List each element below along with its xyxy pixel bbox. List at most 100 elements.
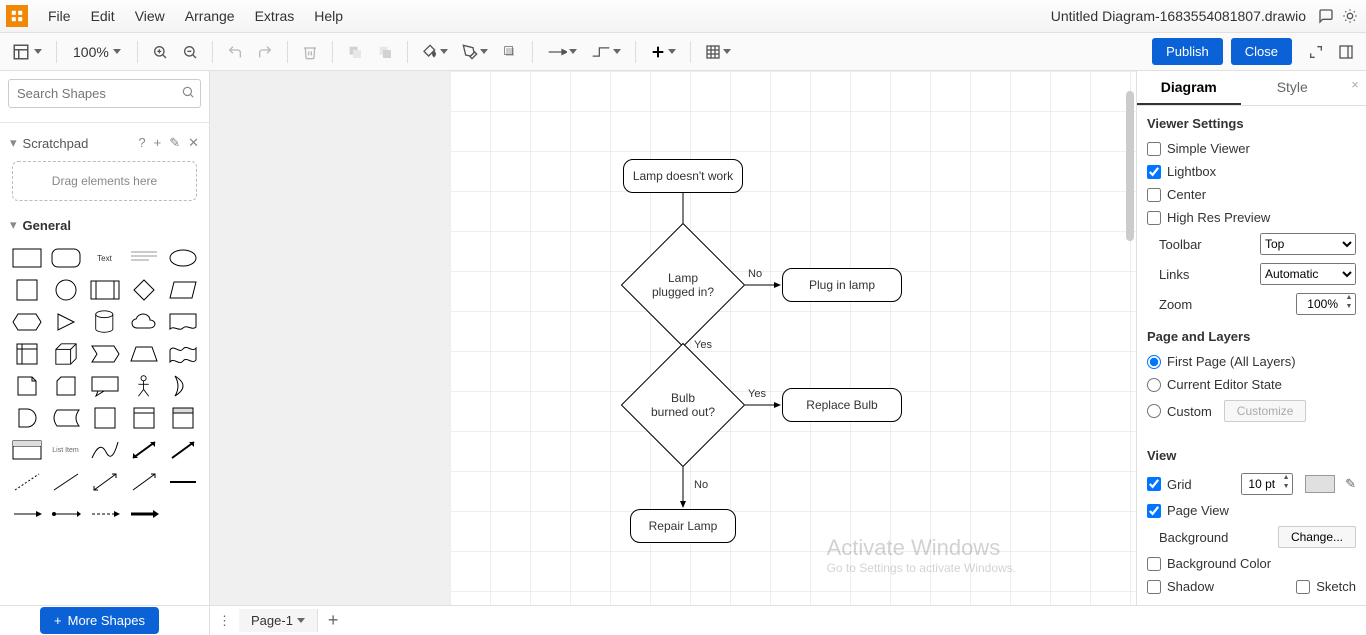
pages-menu-button[interactable]: ⋮ <box>210 609 239 633</box>
chk-simple-viewer[interactable] <box>1147 142 1161 156</box>
select-toolbar[interactable]: Top <box>1260 233 1356 255</box>
shape-circle[interactable] <box>49 277 82 303</box>
radio-first-page[interactable] <box>1147 355 1161 369</box>
chk-page-view[interactable] <box>1147 504 1161 518</box>
menu-file[interactable]: File <box>38 4 81 28</box>
shape-container-plain[interactable] <box>88 405 121 431</box>
grid-color-edit-icon[interactable]: ✎ <box>1345 476 1356 492</box>
node-decision-plugged[interactable]: Lamp plugged in? <box>639 241 727 329</box>
publish-button[interactable]: Publish <box>1152 38 1223 65</box>
shape-or[interactable] <box>166 373 199 399</box>
shape-text[interactable]: Text <box>88 245 121 271</box>
scratchpad-dropzone[interactable]: Drag elements here <box>12 161 197 201</box>
page-surface[interactable]: Lamp doesn't work Lamp plugged in? No Pl… <box>450 71 1136 605</box>
more-shapes-button[interactable]: +More Shapes <box>40 607 159 634</box>
shape-pool[interactable] <box>166 405 199 431</box>
scratchpad-header[interactable]: ▾Scratchpad ? + ✎ ✕ <box>0 129 209 157</box>
shape-textbox[interactable] <box>127 245 160 271</box>
select-links[interactable]: Automatic <box>1260 263 1356 285</box>
tab-diagram[interactable]: Diagram <box>1137 71 1241 105</box>
shape-diamond[interactable] <box>127 277 160 303</box>
comments-icon[interactable] <box>1316 6 1336 26</box>
shape-bidir-thin[interactable] <box>88 469 121 495</box>
node-decision-bulb[interactable]: Bulb burned out? <box>639 361 727 449</box>
chk-high-res[interactable] <box>1147 211 1161 225</box>
shape-line[interactable] <box>49 469 82 495</box>
shape-list-item[interactable]: List Item <box>49 437 82 463</box>
node-replace-bulb[interactable]: Replace Bulb <box>782 388 902 422</box>
shape-arrow[interactable] <box>166 437 199 463</box>
scratchpad-close-icon[interactable]: ✕ <box>188 135 199 151</box>
delete-button[interactable] <box>296 40 324 64</box>
shape-container-header[interactable] <box>127 405 160 431</box>
tab-style[interactable]: Style <box>1241 71 1345 105</box>
shape-dir-thin[interactable] <box>127 469 160 495</box>
shape-note[interactable] <box>10 373 43 399</box>
shape-cube[interactable] <box>49 341 82 367</box>
table-button[interactable] <box>699 40 737 64</box>
shape-link-d[interactable] <box>88 501 121 527</box>
shape-parallelogram[interactable] <box>166 277 199 303</box>
chk-bg-color[interactable] <box>1147 557 1161 571</box>
menu-help[interactable]: Help <box>304 4 353 28</box>
search-shapes-input[interactable] <box>8 79 201 108</box>
shape-ellipse[interactable] <box>166 245 199 271</box>
connection-style-button[interactable] <box>541 41 583 63</box>
shape-trapezoid[interactable] <box>127 341 160 367</box>
theme-icon[interactable] <box>1340 6 1360 26</box>
undo-button[interactable] <box>221 40 249 64</box>
shape-triangle[interactable] <box>49 309 82 335</box>
zoom-out-button[interactable] <box>176 40 204 64</box>
shape-bidir-arrow[interactable] <box>127 437 160 463</box>
menu-extras[interactable]: Extras <box>245 4 305 28</box>
shape-square[interactable] <box>10 277 43 303</box>
shape-rounded-rect[interactable] <box>49 245 82 271</box>
shape-process[interactable] <box>88 277 121 303</box>
shape-internal-storage[interactable] <box>10 341 43 367</box>
scratchpad-edit-icon[interactable]: ✎ <box>169 135 180 151</box>
shape-document[interactable] <box>166 309 199 335</box>
zoom-in-button[interactable] <box>146 40 174 64</box>
grid-color-swatch[interactable] <box>1305 475 1335 493</box>
general-shapes-header[interactable]: ▾General <box>0 211 209 239</box>
shape-link-e[interactable] <box>127 501 160 527</box>
waypoint-style-button[interactable] <box>585 41 627 63</box>
close-button[interactable]: Close <box>1231 38 1292 65</box>
format-panel-toggle[interactable] <box>1332 40 1360 64</box>
shape-dashed-line[interactable] <box>10 469 43 495</box>
scratchpad-add-icon[interactable]: + <box>154 135 162 151</box>
chk-shadow[interactable] <box>1147 580 1161 594</box>
chk-grid[interactable] <box>1147 477 1161 491</box>
right-panel-scrollbar[interactable] <box>1126 91 1134 571</box>
shape-cylinder[interactable] <box>88 309 121 335</box>
node-repair[interactable]: Repair Lamp <box>630 509 736 543</box>
view-mode-button[interactable] <box>6 39 48 65</box>
insert-button[interactable] <box>644 40 682 64</box>
canvas[interactable]: Lamp doesn't work Lamp plugged in? No Pl… <box>210 71 1136 605</box>
shape-data-storage[interactable] <box>49 405 82 431</box>
search-icon[interactable] <box>181 85 195 102</box>
zoom-select[interactable]: 100% <box>65 40 129 64</box>
to-back-button[interactable] <box>371 40 399 64</box>
shape-list[interactable] <box>10 437 43 463</box>
shape-callout[interactable] <box>88 373 121 399</box>
fullscreen-button[interactable] <box>1302 40 1330 64</box>
shape-card[interactable] <box>49 373 82 399</box>
menu-arrange[interactable]: Arrange <box>175 4 245 28</box>
menu-edit[interactable]: Edit <box>81 4 125 28</box>
shape-rect[interactable] <box>10 245 43 271</box>
shape-curve[interactable] <box>88 437 121 463</box>
menu-view[interactable]: View <box>125 4 175 28</box>
scratchpad-help-icon[interactable]: ? <box>138 135 145 151</box>
chk-lightbox[interactable] <box>1147 165 1161 179</box>
shape-step[interactable] <box>88 341 121 367</box>
document-title[interactable]: Untitled Diagram-1683554081807.drawio <box>1051 8 1306 24</box>
shape-tape[interactable] <box>166 341 199 367</box>
node-plug-in[interactable]: Plug in lamp <box>782 268 902 302</box>
chk-center[interactable] <box>1147 188 1161 202</box>
fill-color-button[interactable] <box>416 40 454 64</box>
customize-button[interactable]: Customize <box>1224 400 1307 422</box>
shape-hexagon[interactable] <box>10 309 43 335</box>
shape-actor[interactable] <box>127 373 160 399</box>
add-page-button[interactable]: + <box>318 606 349 635</box>
